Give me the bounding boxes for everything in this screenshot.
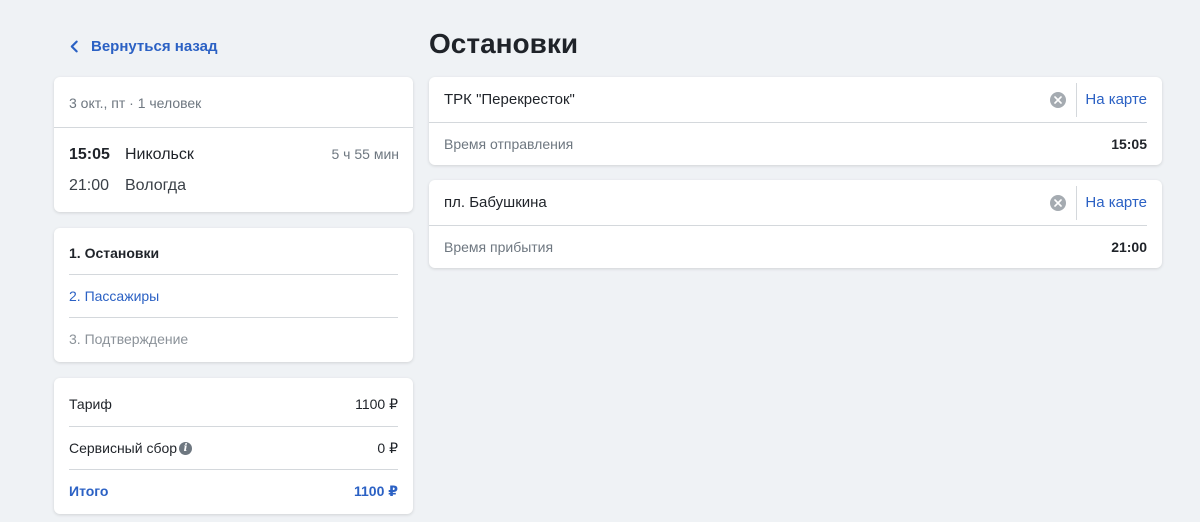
divider	[1076, 82, 1078, 117]
stop-time-value: 21:00	[1111, 239, 1147, 255]
stop-time-value: 15:05	[1111, 136, 1147, 152]
fee-value: 0 ₽	[377, 439, 398, 456]
stop-time-row: Время прибытия 21:00	[429, 226, 1162, 268]
stop-name: пл. Бабушкина	[444, 194, 547, 211]
fee-row: Сервисный сбор i 0 ₽	[69, 426, 398, 469]
arrival-time: 21:00	[69, 177, 110, 194]
step-stops: 1. Остановки	[69, 244, 160, 261]
trip-card: 3 окт., пт · 1 человек 15:05 Никольск 5 …	[54, 77, 413, 212]
stop-card-arrival: пл. Бабушкина На карте Время прибытия 21…	[429, 180, 1162, 268]
on-map-link[interactable]: На карте	[1085, 91, 1147, 108]
tariff-value: 1100 ₽	[355, 395, 398, 412]
clear-icon[interactable]	[1050, 194, 1067, 211]
stop-field[interactable]: ТРК "Перекресток" На карте	[429, 77, 1147, 123]
departure-time: 15:05	[69, 146, 110, 163]
stop-time-row: Время отправления 15:05	[429, 123, 1162, 165]
total-label: Итого	[69, 483, 109, 499]
arrival-row: 21:00 Вологда	[69, 177, 186, 195]
tariff-row: Тариф 1100 ₽	[69, 378, 398, 426]
divider	[1076, 185, 1078, 220]
departure-row: 15:05 Никольск	[69, 146, 194, 164]
page-title: Остановки	[429, 28, 579, 59]
back-link[interactable]: Вернуться назад	[68, 38, 217, 55]
fee-label: Сервисный сбор	[69, 440, 178, 456]
tariff-label: Тариф	[69, 396, 112, 412]
page: Вернуться назад 3 окт., пт · 1 человек 1…	[0, 0, 1200, 522]
stop-time-label: Время отправления	[444, 136, 574, 152]
clear-icon[interactable]	[1050, 91, 1067, 108]
on-map-link[interactable]: На карте	[1085, 194, 1147, 211]
total-value: 1100 ₽	[353, 482, 398, 499]
fee-label-wrap: Сервисный сбор i	[69, 440, 193, 456]
back-link-label: Вернуться назад	[91, 38, 218, 55]
steps-card: 1. Остановки 2. Пассажиры 3. Подтвержден…	[54, 228, 413, 362]
trip-summary: 3 окт., пт · 1 человек	[54, 77, 413, 128]
price-card: Тариф 1100 ₽ Сервисный сбор i 0 ₽ Итого …	[54, 378, 413, 514]
stop-field[interactable]: пл. Бабушкина На карте	[429, 180, 1147, 226]
step-passengers[interactable]: 2. Пассажиры	[69, 274, 398, 317]
step-confirmation: 3. Подтверждение	[69, 317, 398, 360]
total-row: Итого 1100 ₽	[69, 469, 398, 512]
chevron-left-icon	[70, 40, 78, 53]
info-icon[interactable]: i	[179, 441, 193, 455]
departure-city: Никольск	[125, 146, 194, 163]
stop-name: ТРК "Перекресток"	[444, 91, 575, 108]
stop-time-label: Время прибытия	[444, 239, 554, 255]
arrival-city: Вологда	[125, 177, 186, 194]
stop-card-departure: ТРК "Перекресток" На карте Время отправл…	[429, 77, 1162, 165]
trip-duration: 5 ч 55 мин	[331, 146, 400, 162]
